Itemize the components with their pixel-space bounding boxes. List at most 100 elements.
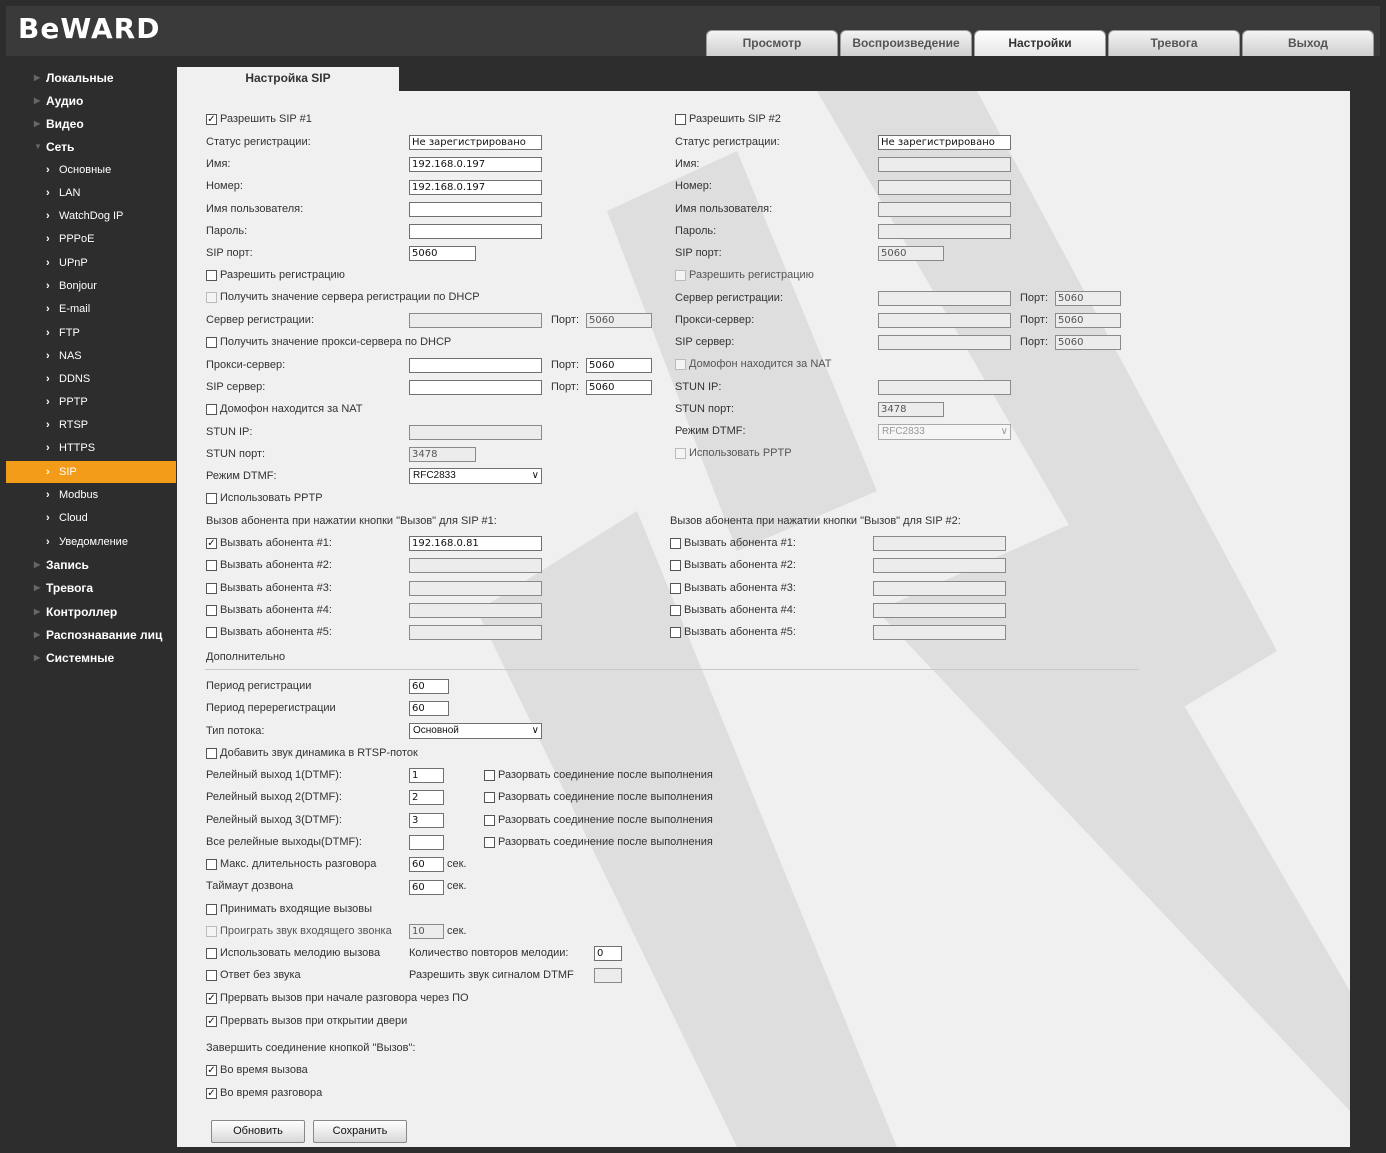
sip1-nat-checkbox[interactable] (206, 404, 217, 415)
sidebar-item-face[interactable]: ▶ Распознавание лиц (6, 624, 176, 646)
sidebar-item-ftp[interactable]: › FTP (6, 322, 176, 344)
sip1-stun-ip-input[interactable] (409, 425, 542, 440)
sip2-name-input[interactable] (878, 157, 1011, 172)
sidebar-item-local[interactable]: ▶ Локальные (6, 67, 176, 89)
sip2-call4-input[interactable] (873, 603, 1006, 618)
sip2-reg-port-input[interactable]: 5060 (1055, 291, 1121, 306)
sidebar-item-pptp[interactable]: › PPTP (6, 391, 176, 413)
sidebar-item-rtsp[interactable]: › RTSP (6, 414, 176, 436)
refresh-button[interactable]: Обновить (211, 1120, 305, 1143)
sidebar-item-controller[interactable]: ▶ Контроллер (6, 601, 176, 623)
tab-logout[interactable]: Выход (1242, 30, 1374, 56)
sip2-number-input[interactable] (878, 180, 1011, 195)
dial-timeout-input[interactable]: 60 (409, 880, 444, 895)
during-talk-checkbox[interactable]: ✓ (206, 1088, 217, 1099)
sidebar-item-audio[interactable]: ▶ Аудио (6, 90, 176, 112)
sip2-username-input[interactable] (878, 202, 1011, 217)
tab-view[interactable]: Просмотр (706, 30, 838, 56)
sidebar-item-pppoe[interactable]: › PPPoE (6, 228, 176, 250)
tab-settings[interactable]: Настройки (974, 30, 1106, 56)
sidebar-item-nas[interactable]: › NAS (6, 345, 176, 367)
sidebar-item-cloud[interactable]: › Cloud (6, 507, 176, 529)
play-ring-checkbox[interactable] (206, 926, 217, 937)
sidebar-item-ddns[interactable]: › DDNS (6, 368, 176, 390)
reg-period-input[interactable]: 60 (409, 679, 449, 694)
sip2-sip-server-input[interactable] (878, 335, 1011, 350)
relay2-input[interactable]: 2 (409, 790, 444, 805)
sidebar-item-sip[interactable]: › SIP (6, 461, 176, 483)
enable-sip2-checkbox[interactable] (675, 114, 686, 125)
sidebar-item-https[interactable]: › HTTPS (6, 437, 176, 459)
sip2-call4-checkbox[interactable] (670, 605, 681, 616)
sip1-call5-input[interactable] (409, 625, 542, 640)
sip1-proxy-port-input[interactable]: 5060 (586, 358, 652, 373)
relay1-disconnect-checkbox[interactable] (484, 770, 495, 781)
sip1-dhcp-reg-checkbox[interactable] (206, 292, 217, 303)
sip1-sip-server-port-input[interactable]: 5060 (586, 380, 652, 395)
sidebar-item-watchdog[interactable]: › WatchDog IP (6, 205, 176, 227)
sip2-call3-checkbox[interactable] (670, 583, 681, 594)
sip1-stun-port-input[interactable]: 3478 (409, 447, 476, 462)
use-melody-checkbox[interactable] (206, 948, 217, 959)
play-ring-input[interactable]: 10 (409, 924, 444, 939)
sip1-call3-input[interactable] (409, 581, 542, 596)
sip1-reg-server-input[interactable] (409, 313, 542, 328)
tab-playback[interactable]: Воспроизведение (840, 30, 972, 56)
sip2-call1-input[interactable] (873, 536, 1006, 551)
sip2-stun-port-input[interactable]: 3478 (878, 402, 944, 417)
abort-po-checkbox[interactable]: ✓ (206, 993, 217, 1004)
sidebar-item-lan[interactable]: › LAN (6, 182, 176, 204)
sip1-allow-reg-checkbox[interactable] (206, 270, 217, 281)
sip1-call5-checkbox[interactable] (206, 627, 217, 638)
sip2-call5-input[interactable] (873, 625, 1006, 640)
silent-answer-checkbox[interactable] (206, 970, 217, 981)
relay-all-disconnect-checkbox[interactable] (484, 837, 495, 848)
sip1-pptp-checkbox[interactable] (206, 493, 217, 504)
sidebar-item-email[interactable]: › E-mail (6, 298, 176, 320)
sidebar-item-upnp[interactable]: › UPnP (6, 252, 176, 274)
sip1-sip-server-input[interactable] (409, 380, 542, 395)
sip2-call1-checkbox[interactable] (670, 538, 681, 549)
save-button[interactable]: Сохранить (313, 1120, 407, 1143)
sip2-proxy-input[interactable] (878, 313, 1011, 328)
sip1-call2-input[interactable] (409, 558, 542, 573)
sip1-call2-checkbox[interactable] (206, 560, 217, 571)
sidebar-item-alarm[interactable]: ▶ Тревога (6, 577, 176, 599)
sip1-call1-input[interactable]: 192.168.0.81 (409, 536, 542, 551)
stream-type-select[interactable]: Основной ∨ (409, 723, 542, 739)
sip1-username-input[interactable] (409, 202, 542, 217)
sip2-stun-ip-input[interactable] (878, 380, 1011, 395)
sip2-call2-checkbox[interactable] (670, 560, 681, 571)
sip1-call4-input[interactable] (409, 603, 542, 618)
sip1-call1-checkbox[interactable]: ✓ (206, 538, 217, 549)
relay2-disconnect-checkbox[interactable] (484, 792, 495, 803)
sip2-sip-server-port-input[interactable]: 5060 (1055, 335, 1121, 350)
rereg-period-input[interactable]: 60 (409, 701, 449, 716)
sidebar-item-basic[interactable]: › Основные (6, 159, 176, 181)
sip1-proxy-input[interactable] (409, 358, 542, 373)
sidebar-item-bonjour[interactable]: › Bonjour (6, 275, 176, 297)
sip2-call5-checkbox[interactable] (670, 627, 681, 638)
sip2-call2-input[interactable] (873, 558, 1006, 573)
sidebar-item-network[interactable]: ▼ Сеть (6, 136, 176, 158)
sidebar-item-notification[interactable]: › Уведомление (6, 531, 176, 553)
sidebar-item-system[interactable]: ▶ Системные (6, 647, 176, 669)
accept-incoming-checkbox[interactable] (206, 904, 217, 915)
sip1-call4-checkbox[interactable] (206, 605, 217, 616)
sip1-number-input[interactable]: 192.168.0.197 (409, 180, 542, 195)
sidebar-item-record[interactable]: ▶ Запись (6, 554, 176, 576)
tab-alarm[interactable]: Тревога (1108, 30, 1240, 56)
relay1-input[interactable]: 1 (409, 768, 444, 783)
relay3-input[interactable]: 3 (409, 813, 444, 828)
sidebar-item-video[interactable]: ▶ Видео (6, 113, 176, 135)
sip1-call3-checkbox[interactable] (206, 583, 217, 594)
sidebar-item-modbus[interactable]: › Modbus (6, 484, 176, 506)
max-talk-checkbox[interactable] (206, 859, 217, 870)
sip1-dhcp-proxy-checkbox[interactable] (206, 337, 217, 348)
sip2-nat-checkbox[interactable] (675, 359, 686, 370)
rtsp-audio-checkbox[interactable] (206, 748, 217, 759)
sip2-password-input[interactable] (878, 224, 1011, 239)
sip1-port-input[interactable]: 5060 (409, 246, 476, 261)
sip1-reg-port-input[interactable]: 5060 (586, 313, 652, 328)
sip1-name-input[interactable]: 192.168.0.197 (409, 157, 542, 172)
